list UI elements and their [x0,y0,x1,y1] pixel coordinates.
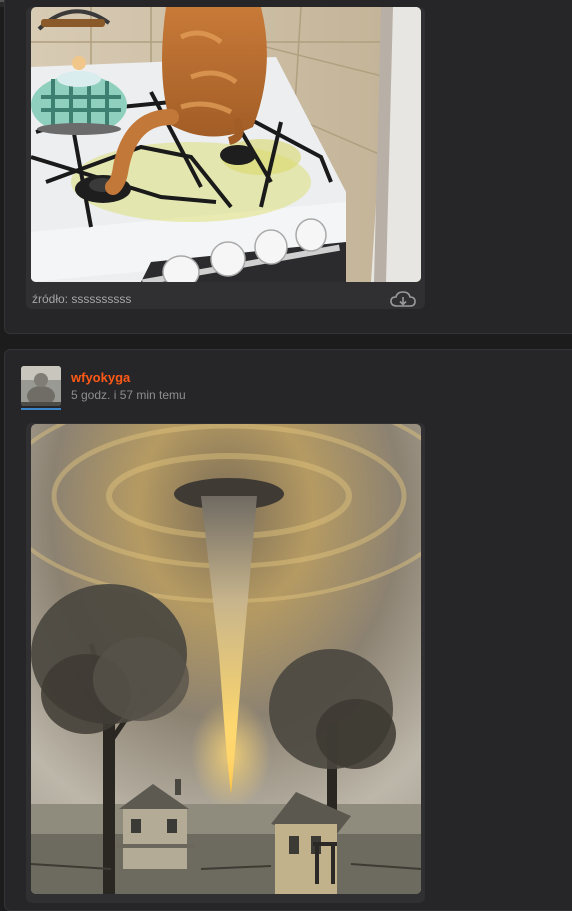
cat-on-stove-image [31,7,421,282]
post-card: źródło: ssssssssss [4,0,572,334]
post-media [26,423,425,903]
avatar-underline [21,408,61,410]
post-timestamp: 5 godz. i 57 min temu [71,388,186,402]
cloud-download-icon[interactable] [390,291,416,309]
author-username[interactable]: wfyokyga [71,370,130,385]
ufo-beam-farmhouse-image [31,424,421,894]
post-image[interactable] [31,7,421,282]
source-label: źródło: ssssssssss [32,292,132,306]
source-row: źródło: ssssssssss [26,291,425,309]
post-image[interactable] [31,424,421,894]
post-media: źródło: ssssssssss [26,7,425,309]
avatar[interactable] [21,366,61,406]
post-card: wfyokyga 5 godz. i 57 min temu [4,349,572,911]
